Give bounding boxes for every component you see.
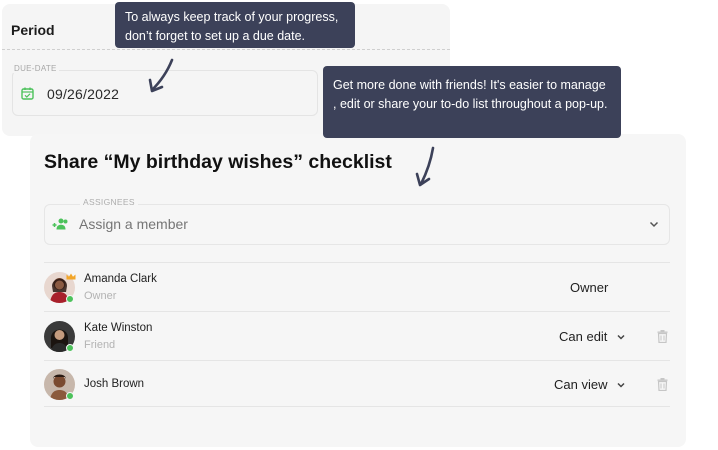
permission-dropdown[interactable]: Can view [554, 377, 607, 392]
member-role: Owner [84, 290, 117, 302]
member-name: Kate Winston [84, 322, 153, 334]
online-status-dot [66, 295, 74, 303]
online-status-dot [66, 392, 74, 400]
trash-icon[interactable] [657, 330, 668, 343]
chevron-down-icon[interactable] [616, 332, 626, 342]
due-date-tooltip: To always keep track of your progress, d… [115, 2, 355, 48]
tooltip-arrow-icon [415, 146, 435, 187]
due-date-value[interactable]: 09/26/2022 [47, 86, 119, 102]
member-permission: Owner [570, 280, 609, 295]
due-date-label: DUE-DATE [12, 64, 59, 73]
online-status-dot [66, 344, 74, 352]
trash-icon[interactable] [657, 378, 668, 391]
chevron-down-icon[interactable] [616, 380, 626, 390]
calendar-icon [21, 87, 34, 100]
member-row: Kate Winston Friend Can edit [44, 311, 670, 358]
period-title: Period [11, 22, 55, 38]
member-row: Josh Brown Can view [44, 360, 670, 407]
share-tooltip: Get more done with friends! It's easier … [323, 66, 621, 138]
member-name: Josh Brown [84, 378, 145, 390]
member-role: Friend [84, 339, 116, 351]
share-dialog: Share “My birthday wishes” checklist ASS… [30, 134, 686, 447]
period-divider [2, 49, 450, 50]
chevron-down-icon[interactable] [648, 218, 660, 230]
share-title: Share “My birthday wishes” checklist [44, 151, 392, 173]
crown-icon [66, 273, 76, 280]
assign-member-input[interactable] [79, 216, 479, 232]
permission-dropdown[interactable]: Can edit [559, 329, 607, 344]
add-group-icon [52, 218, 68, 230]
member-row: Amanda Clark Owner Owner [44, 262, 670, 309]
member-name: Amanda Clark [84, 273, 157, 285]
assignees-label: ASSIGNEES [80, 197, 138, 207]
tooltip-arrow-icon [148, 58, 174, 93]
